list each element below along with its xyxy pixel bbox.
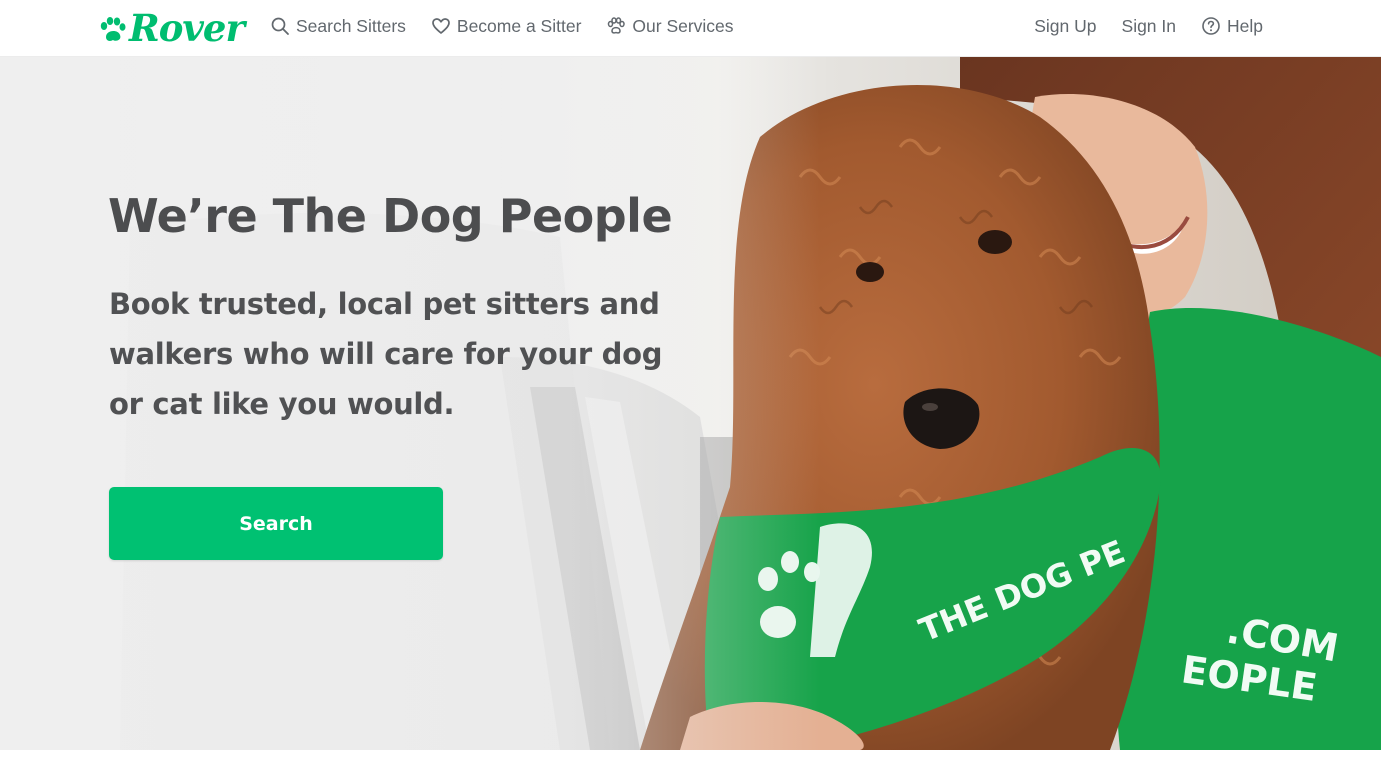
primary-nav: Search Sitters Become a Sitter Our Servi… bbox=[270, 0, 759, 52]
hero-section: THE DOG PE .COM EOPLE We’re The Dog Peop… bbox=[0, 57, 1381, 750]
account-nav: Sign Up Sign In Help bbox=[1009, 0, 1263, 52]
logo-wordmark: Rover bbox=[129, 5, 245, 50]
help-link[interactable]: Help bbox=[1201, 16, 1263, 37]
search-icon bbox=[270, 16, 290, 36]
help-circle-icon bbox=[1201, 16, 1221, 36]
hero-search-button[interactable]: Search bbox=[109, 487, 443, 560]
paw-logo-icon bbox=[100, 17, 126, 41]
nav-our-services-label: Our Services bbox=[632, 15, 734, 36]
nav-search-sitters[interactable]: Search Sitters bbox=[270, 16, 406, 37]
site-header: Rover Search Sitters Become a Sitter Our… bbox=[0, 0, 1381, 57]
sign-in-link[interactable]: Sign In bbox=[1122, 16, 1176, 37]
sign-up-label: Sign Up bbox=[1034, 15, 1097, 36]
nav-our-services[interactable]: Our Services bbox=[606, 15, 734, 37]
sign-up-link[interactable]: Sign Up bbox=[1034, 16, 1096, 37]
hero-title: We’re The Dog People bbox=[108, 189, 673, 243]
nav-search-sitters-label: Search Sitters bbox=[296, 15, 406, 36]
sign-in-label: Sign In bbox=[1121, 15, 1176, 36]
hero-subtitle: Book trusted, local pet sitters and walk… bbox=[109, 287, 663, 421]
help-label: Help bbox=[1227, 15, 1263, 36]
nav-become-sitter[interactable]: Become a Sitter bbox=[431, 15, 582, 37]
paw-icon bbox=[606, 16, 626, 36]
nav-become-sitter-label: Become a Sitter bbox=[456, 15, 582, 36]
heart-icon bbox=[431, 16, 451, 36]
rover-logo[interactable]: Rover bbox=[98, 4, 245, 52]
